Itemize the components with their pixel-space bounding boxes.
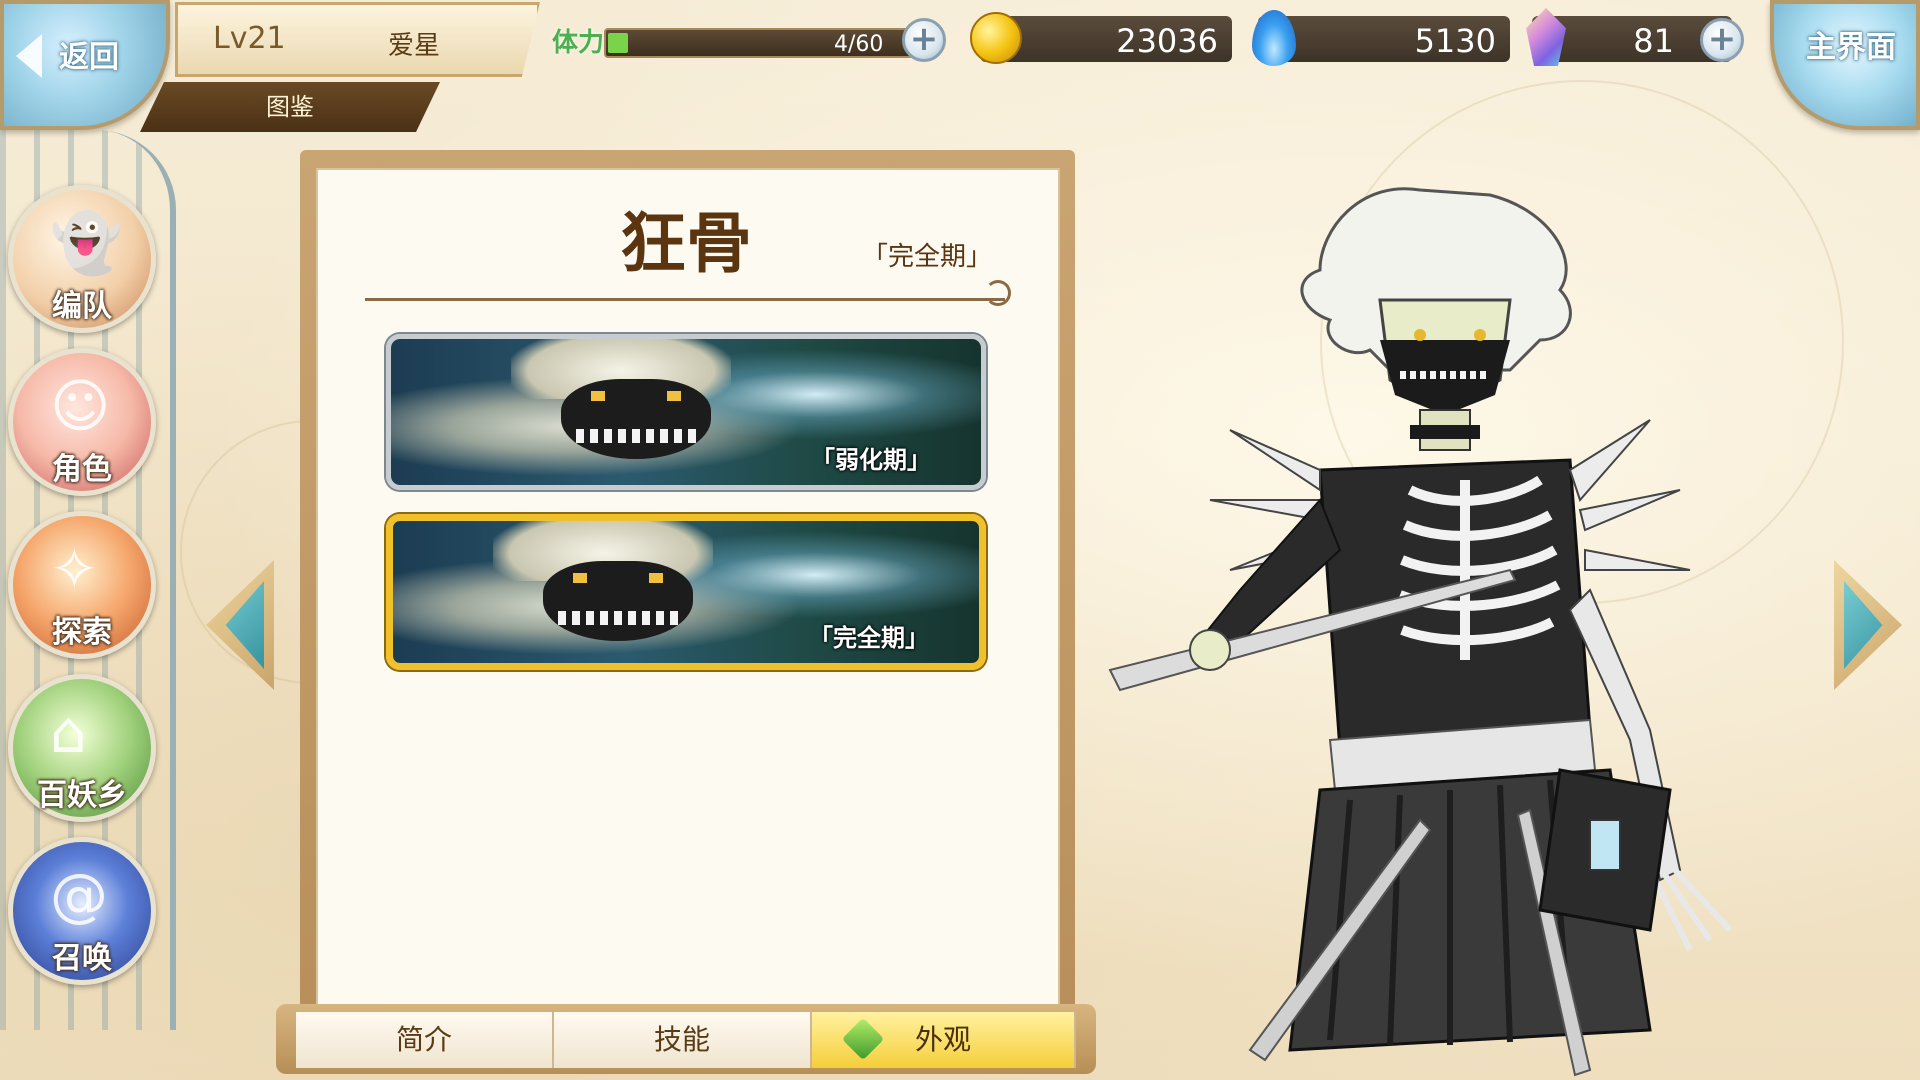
nav-formation-label: 编队	[52, 289, 112, 324]
top-bar: 返回 Lv21 爱星 图鉴 体力 4/60 + 23036 5130 81 + …	[0, 0, 1920, 132]
compass-glyph: ✧	[50, 535, 99, 603]
nav-formation-button[interactable]: 👻 编队	[8, 185, 156, 333]
nav-character-label: 角色	[52, 452, 112, 487]
page-title: 图鉴	[140, 82, 440, 132]
tab-intro[interactable]: 简介	[296, 1012, 554, 1068]
gold-counter: 23036	[970, 12, 1232, 64]
skin-card-complete[interactable]: 「完全期」	[386, 514, 986, 670]
skin-teeth	[558, 611, 678, 625]
add-crystal-button[interactable]: +	[1700, 18, 1744, 62]
gold-value: 23036	[1116, 22, 1218, 60]
home-button-label: 主界面	[1806, 30, 1896, 65]
player-level: Lv21	[213, 21, 286, 56]
portrait-glyph: ☺	[50, 372, 111, 440]
nav-explore-button[interactable]: ✧ 探索	[8, 511, 156, 659]
nav-explore-label: 探索	[52, 615, 112, 650]
house-glyph: ⌂	[50, 698, 87, 766]
gold-coin-icon	[970, 12, 1022, 64]
back-button-label: 返回	[59, 40, 119, 75]
player-name: 爱星	[388, 31, 441, 61]
skin-teeth	[576, 429, 696, 443]
blue-flame-icon	[1252, 10, 1296, 66]
skin-tag-weakened: 「弱化期」	[811, 446, 931, 474]
stamina-label: 体力	[552, 28, 605, 58]
divider-curl	[985, 280, 1011, 306]
character-name: 狂骨	[620, 204, 752, 282]
ghost-glyph: 👻	[50, 209, 123, 277]
nav-village-button[interactable]: ⌂ 百妖乡	[8, 674, 156, 822]
title-divider	[365, 298, 1005, 301]
crystal-value: 81	[1633, 22, 1674, 60]
nav-village-label: 百妖乡	[37, 778, 127, 813]
back-arrow-icon	[16, 34, 42, 78]
character-illustration	[1108, 187, 1733, 1077]
soul-fire-counter: 5130	[1252, 10, 1510, 66]
skin-card-weakened[interactable]: 「弱化期」	[386, 334, 986, 490]
stamina-bar-fill	[608, 33, 628, 53]
nav-character-button[interactable]: ☺ 角色	[8, 348, 156, 496]
crystal-icon	[1526, 8, 1566, 66]
skin-tag-complete: 「完全期」	[809, 624, 929, 652]
player-info: Lv21 爱星	[175, 2, 540, 77]
skin-eyes	[591, 391, 681, 401]
nav-summon-button[interactable]: @ 召唤	[8, 837, 156, 985]
tab-skills[interactable]: 技能	[554, 1012, 812, 1068]
current-stage-label: 「完全期」	[862, 242, 993, 272]
stamina-meter: 体力 4/60	[548, 10, 938, 68]
soul-fire-value: 5130	[1414, 22, 1496, 60]
skin-eyes	[573, 573, 663, 583]
stamina-value: 4/60	[834, 32, 884, 57]
swirl-glyph: @	[50, 861, 108, 929]
add-stamina-button[interactable]: +	[902, 18, 946, 62]
nav-summon-label: 召唤	[52, 941, 112, 976]
